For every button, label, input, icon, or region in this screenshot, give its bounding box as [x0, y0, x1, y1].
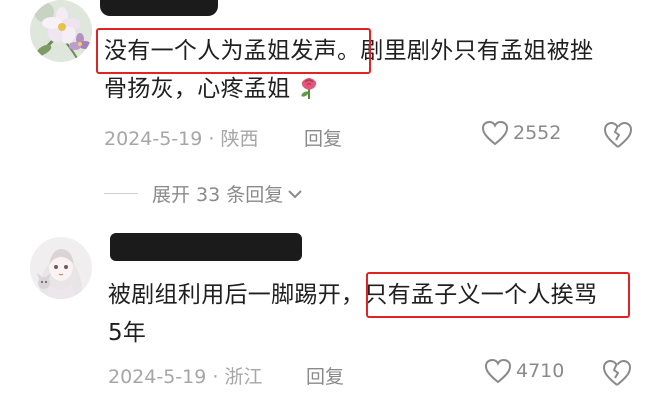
flower-avatar-icon — [30, 0, 92, 62]
heart-icon — [484, 358, 512, 384]
comment-text-line2: 骨扬灰，心疼孟姐 — [104, 76, 291, 102]
expand-replies-button[interactable]: 展开 33 条回复 — [104, 180, 303, 207]
comment-text-continued: 剧里剧外只有孟姐被挫 — [360, 38, 594, 64]
expand-replies-label: 展开 33 条回复 — [152, 184, 284, 206]
anime-girl-avatar-icon — [30, 237, 92, 299]
like-button[interactable]: 2552 — [481, 120, 561, 146]
rose-icon — [301, 78, 317, 99]
comment-text-line2: 5年 — [108, 320, 147, 346]
date-location: 2024-5-19 · 陕西 — [104, 128, 259, 150]
broken-heart-icon[interactable] — [603, 121, 633, 153]
comment-text-line1: 被剧组利用后一脚踢开， — [108, 282, 365, 308]
like-button[interactable]: 4710 — [484, 358, 564, 384]
comment-item: 没有一个人为孟姐发声。剧里剧外只有孟姐被挫 骨扬灰，心疼孟姐 2024-5-19… — [0, 0, 660, 170]
avatar[interactable] — [30, 0, 92, 62]
comment-item: 被剧组利用后一脚踢开，只有孟子义一个人挨骂 5年 2024-5-19 · 浙江 … — [0, 228, 660, 404]
chevron-down-icon — [288, 189, 302, 198]
reply-button[interactable]: 回复 — [306, 362, 344, 389]
username-redacted — [100, 0, 218, 16]
broken-heart-icon[interactable] — [602, 359, 632, 391]
highlight-box — [96, 28, 371, 74]
avatar[interactable] — [30, 237, 92, 299]
username-redacted — [110, 233, 302, 261]
date-location: 2024-5-19 · 浙江 — [108, 366, 263, 388]
heart-icon — [481, 120, 509, 146]
like-count: 4710 — [516, 360, 565, 382]
highlight-box — [366, 272, 630, 318]
like-count: 2552 — [513, 122, 562, 144]
divider-line — [104, 193, 138, 194]
reply-button[interactable]: 回复 — [304, 124, 342, 151]
